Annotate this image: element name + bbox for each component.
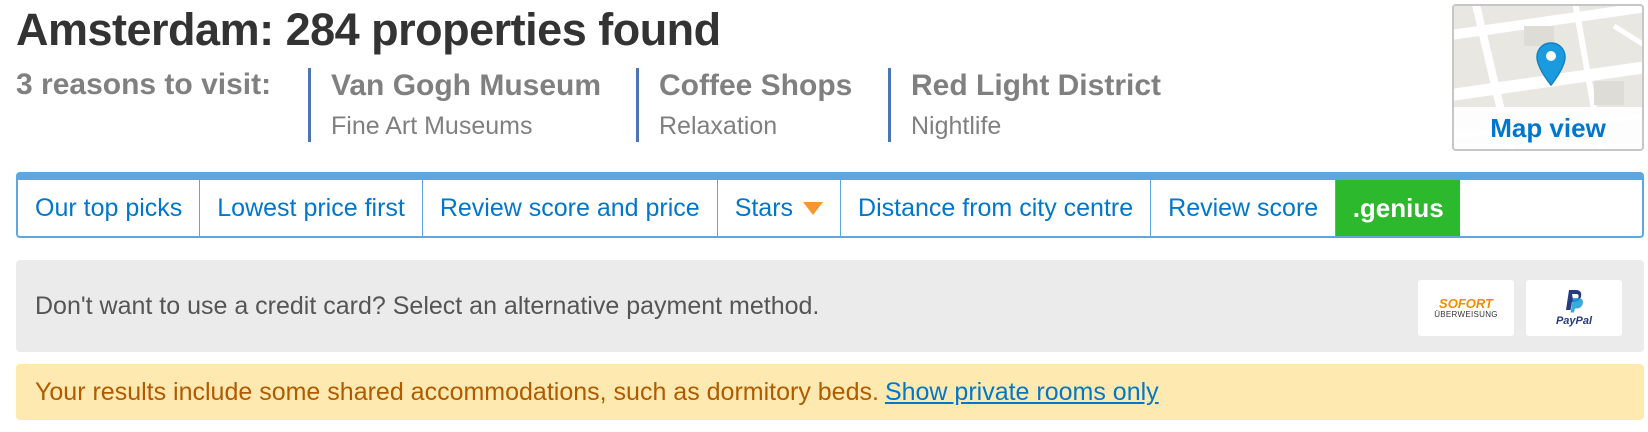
sofort-logo-subtext: ÜBERWEISUNG — [1434, 309, 1498, 319]
map-view-label: Map view — [1490, 113, 1606, 143]
reason-subtitle: Relaxation — [659, 112, 778, 140]
notice-text: Your results include some shared accommo… — [35, 378, 879, 406]
sort-review-score-and-price[interactable]: Review score and price — [423, 180, 718, 236]
paypal-logo[interactable]: PayPal — [1526, 280, 1622, 336]
sofort-logo-text: SOFORT — [1439, 295, 1493, 311]
reason-red-light-district[interactable]: Red Light District Nightlife — [888, 68, 1161, 142]
sort-distance-from-city-centre[interactable]: Distance from city centre — [841, 180, 1152, 236]
genius-label: .genius — [1352, 192, 1444, 223]
caret-down-icon — [803, 201, 824, 215]
sort-label: Lowest price first — [217, 193, 405, 222]
reason-van-gogh-museum[interactable]: Van Gogh Museum Fine Art Museums — [308, 68, 601, 142]
paypal-icon — [1566, 290, 1583, 313]
sort-bar: Our top picks Lowest price first Review … — [16, 172, 1644, 238]
reason-title: Van Gogh Museum — [331, 69, 602, 102]
payment-message: Don't want to use a credit card? Select … — [35, 292, 820, 320]
map-view-button[interactable]: Map view — [1452, 4, 1644, 151]
map-label-box: Map view — [1454, 107, 1642, 149]
sort-review-score[interactable]: Review score — [1151, 180, 1337, 236]
sort-lowest-price-first[interactable]: Lowest price first — [200, 180, 423, 236]
reason-title: Red Light District — [911, 69, 1162, 102]
sofort-logo[interactable]: SOFORT ÜBERWEISUNG — [1418, 280, 1514, 336]
sort-stars-dropdown[interactable]: Stars — [718, 180, 842, 236]
reason-subtitle: Nightlife — [911, 112, 1002, 140]
shared-accommodation-notice: Your results include some shared accommo… — [16, 364, 1644, 420]
reasons-label: 3 reasons to visit: — [16, 68, 272, 101]
show-private-rooms-link[interactable]: Show private rooms only — [885, 378, 1159, 406]
sort-label: Review score and price — [439, 193, 700, 222]
sort-label: Our top picks — [35, 193, 183, 222]
reason-title: Coffee Shops — [659, 69, 853, 102]
sort-label: Stars — [734, 193, 794, 222]
sort-label: Distance from city centre — [858, 193, 1134, 222]
sort-our-top-picks[interactable]: Our top picks — [18, 180, 201, 236]
reason-subtitle: Fine Art Museums — [331, 112, 533, 140]
notice-message: Your results include some shared accommo… — [35, 364, 1159, 420]
payment-banner: Don't want to use a credit card? Select … — [16, 260, 1644, 352]
reason-coffee-shops[interactable]: Coffee Shops Relaxation — [636, 68, 852, 142]
sort-genius[interactable]: .genius — [1336, 180, 1461, 236]
paypal-logo-text: PayPal — [1555, 315, 1593, 327]
map-pin-icon — [1536, 42, 1566, 86]
sort-label: Review score — [1168, 193, 1319, 222]
page-title: Amsterdam: 284 properties found — [16, 4, 721, 55]
